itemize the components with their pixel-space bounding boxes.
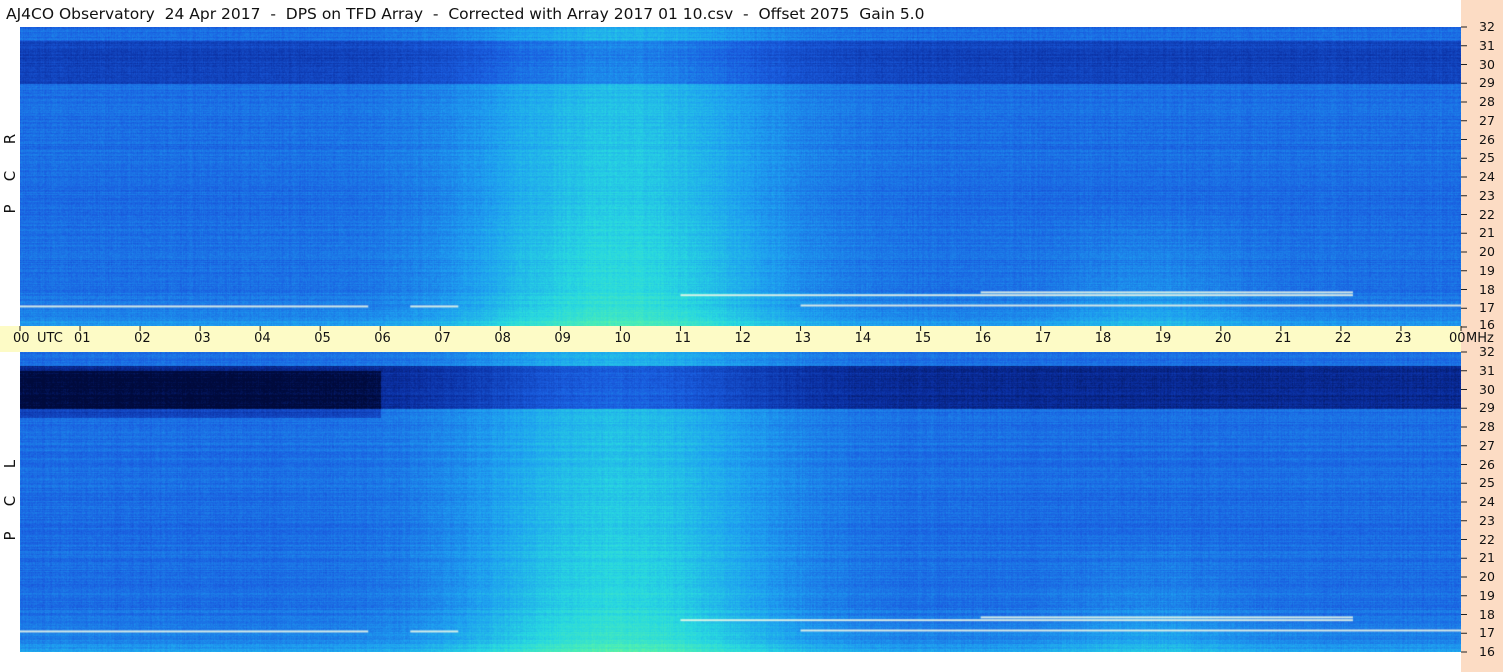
frequency-tick-label: 28 xyxy=(1479,419,1495,434)
frequency-tick-label: 22 xyxy=(1479,206,1495,222)
frequency-tick-label: 20 xyxy=(1479,244,1495,259)
utc-unit-label: UTC xyxy=(37,331,63,346)
frequency-tick-label: 29 xyxy=(1479,400,1495,416)
utc-tick-label: 23 xyxy=(1394,331,1412,346)
utc-tick-label: 19 xyxy=(1154,331,1172,346)
utc-tick-label: 22 xyxy=(1334,331,1352,346)
utc-tick-label: 15 xyxy=(914,331,932,346)
frequency-tick-label: 31 xyxy=(1479,362,1495,378)
lcp-spectrogram xyxy=(20,352,1461,652)
chart-title: AJ4CO Observatory 24 Apr 2017 - DPS on T… xyxy=(6,5,925,23)
polarization-letter: R xyxy=(1,133,19,145)
frequency-tick-label: 24 xyxy=(1479,494,1495,509)
frequency-tick-label: 25 xyxy=(1479,150,1495,166)
frequency-tick-label: 17 xyxy=(1479,300,1495,316)
frequency-tick-label: 27 xyxy=(1479,112,1495,128)
frequency-tick-label: 32 xyxy=(1479,19,1495,34)
frequency-tick-label: 18 xyxy=(1479,281,1495,297)
utc-tick-label: 17 xyxy=(1034,331,1052,346)
utc-tick-label: 21 xyxy=(1274,331,1292,346)
utc-tick-label: 05 xyxy=(314,331,331,346)
utc-tick-label: 13 xyxy=(794,331,812,346)
polarization-letter: C xyxy=(1,170,19,182)
utc-tick-label: 10 xyxy=(614,331,631,346)
frequency-tick-label: 20 xyxy=(1479,569,1495,584)
frequency-tick-label: 21 xyxy=(1479,550,1495,566)
frequency-tick-label: 27 xyxy=(1479,437,1495,453)
utc-tick-label: 04 xyxy=(254,331,271,346)
utc-tick-label: 00 xyxy=(13,331,30,346)
frequency-tick-label: 32 xyxy=(1479,344,1495,359)
frequency-tick-label: 28 xyxy=(1479,94,1495,109)
utc-tick-label: 20 xyxy=(1214,331,1232,346)
polarization-letter: P xyxy=(1,531,19,541)
frequency-tick-label: 19 xyxy=(1479,262,1495,278)
frequency-tick-label: 26 xyxy=(1479,131,1495,147)
frequency-tick-label: 30 xyxy=(1479,381,1495,397)
frequency-tick-label: 31 xyxy=(1479,37,1495,53)
frequency-tick-label: 26 xyxy=(1479,456,1495,472)
frequency-tick-label: 16 xyxy=(1479,644,1495,659)
utc-tick-label: 02 xyxy=(134,331,151,346)
frequency-tick-label: 29 xyxy=(1479,75,1495,91)
utc-tick-label: 14 xyxy=(854,331,872,346)
frequency-tick-label: 16 xyxy=(1479,317,1495,332)
frequency-tick-label: 22 xyxy=(1479,531,1495,547)
frequency-tick-label: 30 xyxy=(1479,56,1495,72)
frequency-tick-label: 21 xyxy=(1479,225,1495,241)
frequency-tick-label: 17 xyxy=(1479,625,1495,641)
utc-tick-label: 03 xyxy=(194,331,211,346)
utc-tick-label: 06 xyxy=(374,331,391,346)
frequency-tick-label: 23 xyxy=(1479,187,1495,203)
polarization-letter: P xyxy=(1,204,19,214)
utc-tick-label: 16 xyxy=(974,331,992,346)
utc-tick-label: 00 xyxy=(1449,331,1466,346)
frequency-tick-label: 24 xyxy=(1479,169,1495,184)
frequency-tick-label: 23 xyxy=(1479,512,1495,528)
frequency-tick-label: 25 xyxy=(1479,475,1495,491)
frequency-tick-label: 19 xyxy=(1479,587,1495,603)
utc-tick-label: 11 xyxy=(674,331,691,346)
frequency-tick-label: 18 xyxy=(1479,606,1495,622)
utc-tick-label: 18 xyxy=(1094,331,1112,346)
utc-tick-label: 01 xyxy=(74,331,91,346)
polarization-letter: L xyxy=(1,459,19,469)
utc-tick-label: 09 xyxy=(554,331,571,346)
utc-tick-label: 07 xyxy=(434,331,451,346)
utc-tick-label: 08 xyxy=(494,331,511,346)
utc-time-axis xyxy=(0,326,1462,352)
polarization-letter: C xyxy=(1,495,19,507)
utc-tick-label: 12 xyxy=(734,331,752,346)
rcp-spectrogram xyxy=(20,27,1461,327)
